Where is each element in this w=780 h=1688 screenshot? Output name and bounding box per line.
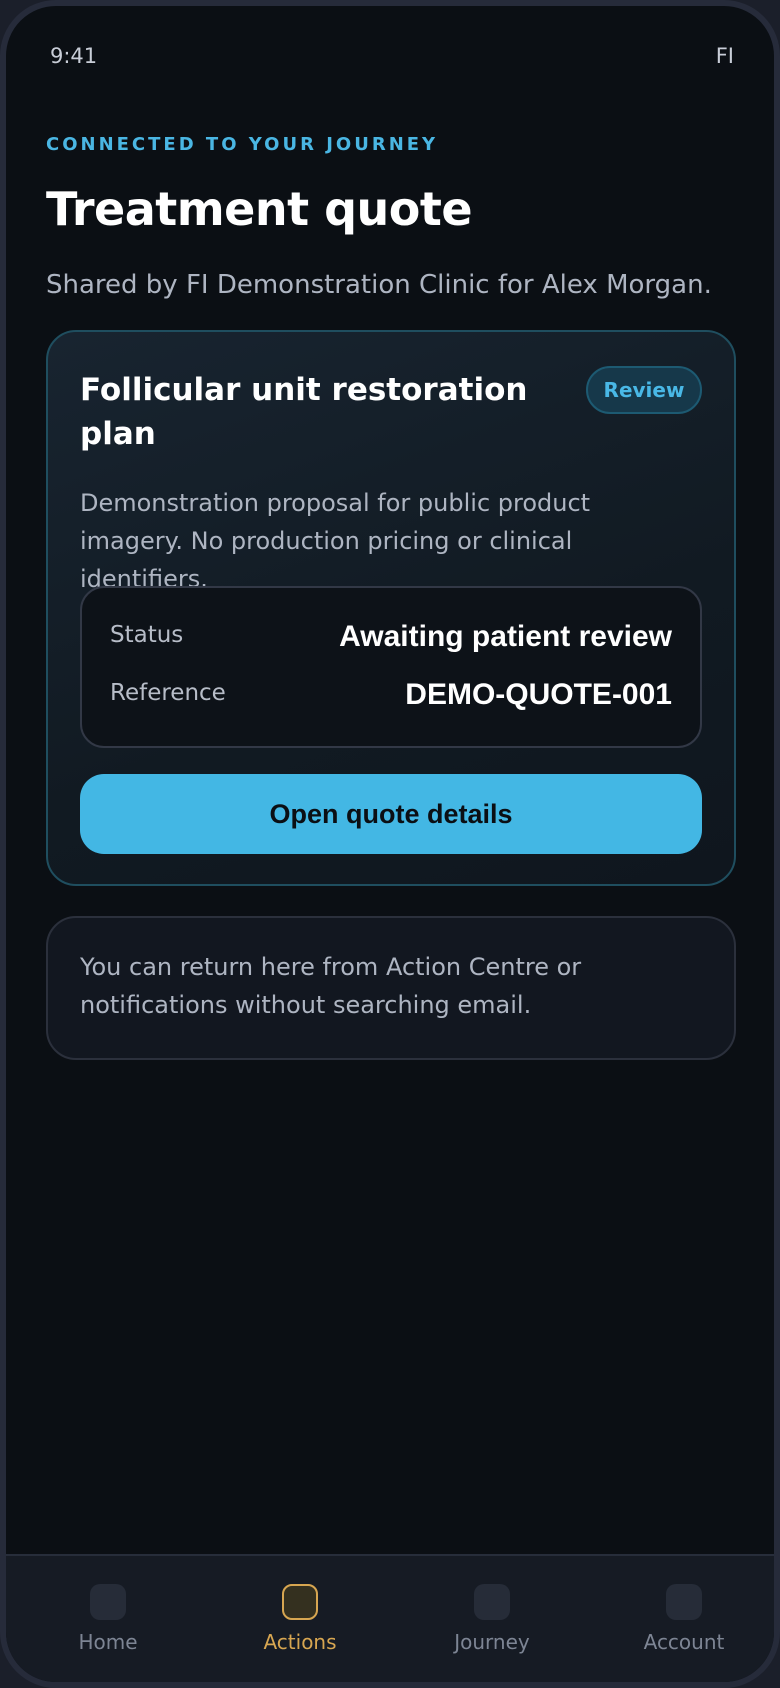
journey-icon <box>474 1584 510 1620</box>
page-title: Treatment quote <box>46 182 473 236</box>
home-icon <box>90 1584 126 1620</box>
reference-label: Reference <box>110 680 226 706</box>
plan-description: Demonstration proposal for public produc… <box>80 489 591 593</box>
plan-title: Follicular unit restoration plan <box>80 372 528 452</box>
nav-item-account[interactable]: Account <box>614 1584 754 1674</box>
status-initials: FI <box>715 44 734 68</box>
info-card: You can return here from Action Centre o… <box>46 916 736 1060</box>
nav-item-journey[interactable]: Journey <box>422 1584 562 1674</box>
open-quote-details-button[interactable]: Open quote details <box>80 774 702 854</box>
info-text: You can return here from Action Centre o… <box>80 953 582 1019</box>
quote-card: Follicular unit restoration plan Review … <box>46 330 736 886</box>
status-value: Awaiting patient review <box>339 620 672 653</box>
actions-icon <box>282 1584 318 1620</box>
status-time: 9:41 <box>50 44 98 68</box>
phone-screen: 9:41 FI CONNECTED TO YOUR JOURNEY Treatm… <box>0 0 780 1688</box>
nav-label-account: Account <box>643 1630 725 1654</box>
review-badge: Review <box>586 366 702 414</box>
nav-label-home: Home <box>78 1630 138 1654</box>
account-icon <box>666 1584 702 1620</box>
status-label: Status <box>110 622 184 648</box>
bottom-nav: Home Actions Journey Account <box>6 1554 774 1682</box>
reference-value: DEMO-QUOTE-001 <box>405 678 672 711</box>
eyebrow-label: CONNECTED TO YOUR JOURNEY <box>46 134 439 155</box>
page-subtitle: Shared by FI Demonstration Clinic for Al… <box>46 270 712 300</box>
quote-meta-box: Status Awaiting patient review Reference… <box>80 586 702 748</box>
nav-item-home[interactable]: Home <box>38 1584 178 1674</box>
nav-label-actions: Actions <box>263 1630 337 1654</box>
nav-item-actions[interactable]: Actions <box>230 1584 370 1674</box>
nav-label-journey: Journey <box>454 1630 530 1654</box>
